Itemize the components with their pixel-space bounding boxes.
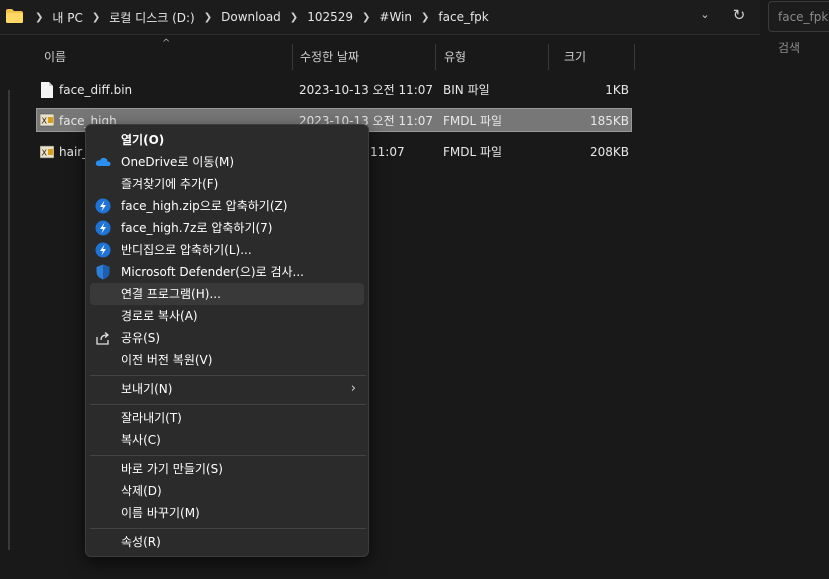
menu-item-properties[interactable]: 속성(R) bbox=[90, 531, 364, 553]
breadcrumb-my-pc[interactable]: 내 PC bbox=[49, 9, 85, 26]
menu-separator bbox=[90, 404, 366, 405]
menu-item-label: 바로 가기 만들기(S) bbox=[121, 462, 223, 476]
menu-item-add-favorites[interactable]: 즐겨찾기에 추가(F) bbox=[90, 173, 364, 195]
breadcrumb-face-fpk[interactable]: face_fpk bbox=[435, 10, 491, 24]
chevron-right-icon[interactable]: ❯ bbox=[29, 12, 49, 23]
chevron-right-icon[interactable]: ❯ bbox=[198, 12, 218, 23]
menu-item-label: face_high.7z로 압축하기(7) bbox=[121, 221, 273, 235]
menu-item-label: 연결 프로그램(H)... bbox=[121, 287, 221, 301]
column-name[interactable]: 이름 bbox=[36, 44, 293, 70]
context-menu: 열기(O) OneDrive로 이동(M) 즐겨찾기에 추가(F) face_h… bbox=[85, 124, 369, 557]
breadcrumb-win[interactable]: #Win bbox=[376, 10, 415, 24]
column-size[interactable]: 크기 bbox=[556, 44, 635, 70]
menu-item-copy[interactable]: 복사(C) bbox=[90, 429, 364, 451]
file-icon bbox=[41, 82, 53, 98]
file-type: BIN 파일 bbox=[443, 83, 490, 97]
column-date[interactable]: 수정한 날짜 bbox=[292, 44, 436, 70]
fmdl-file-icon: X bbox=[40, 113, 54, 127]
search-input[interactable]: face_fpk 검색 bbox=[768, 1, 829, 55]
file-name: hair_ bbox=[59, 145, 89, 159]
chevron-down-icon[interactable]: ⌄ bbox=[694, 8, 716, 26]
bandizip-icon bbox=[95, 242, 111, 258]
file-type: FMDL 파일 bbox=[443, 114, 503, 128]
menu-item-rename[interactable]: 이름 바꾸기(M) bbox=[90, 502, 364, 524]
menu-item-defender-scan[interactable]: Microsoft Defender(으)로 검사... bbox=[90, 261, 364, 283]
menu-item-label: OneDrive로 이동(M) bbox=[121, 155, 235, 169]
file-name: face_diff.bin bbox=[59, 83, 133, 97]
chevron-right-icon[interactable]: ❯ bbox=[284, 12, 304, 23]
address-bar[interactable]: ❯ 내 PC ❯ 로컬 디스크 (D:) ❯ Download ❯ 102529… bbox=[0, 0, 760, 35]
menu-separator bbox=[90, 455, 366, 456]
menu-item-delete[interactable]: 삭제(D) bbox=[90, 480, 364, 502]
file-size: 185KB bbox=[589, 114, 629, 128]
chevron-right-icon[interactable]: ❯ bbox=[86, 12, 106, 23]
chevron-right-icon[interactable]: ❯ bbox=[356, 12, 376, 23]
column-type[interactable]: 유형 bbox=[436, 44, 549, 70]
menu-item-open-with[interactable]: 연결 프로그램(H)... bbox=[90, 283, 364, 305]
menu-separator bbox=[90, 375, 366, 376]
menu-item-share[interactable]: 공유(S) bbox=[90, 327, 364, 349]
file-date: 2023-10-13 오전 11:07 bbox=[299, 83, 434, 97]
bandizip-icon bbox=[95, 220, 111, 236]
menu-item-open[interactable]: 열기(O) bbox=[90, 129, 364, 151]
breadcrumb-download[interactable]: Download bbox=[218, 10, 284, 24]
menu-item-bandizip[interactable]: 반디집으로 압축하기(L)... bbox=[90, 239, 364, 261]
menu-item-copy-path[interactable]: 경로로 복사(A) bbox=[90, 305, 364, 327]
menu-item-restore-previous[interactable]: 이전 버전 복원(V) bbox=[90, 349, 364, 371]
scrollbar[interactable] bbox=[8, 90, 10, 550]
svg-text:X: X bbox=[42, 149, 48, 158]
menu-item-send-to[interactable]: 보내기(N) › bbox=[90, 378, 364, 400]
file-size: 1KB bbox=[605, 83, 629, 97]
menu-item-label: face_high.zip으로 압축하기(Z) bbox=[121, 199, 288, 213]
breadcrumb-local-disk[interactable]: 로컬 디스크 (D:) bbox=[106, 9, 197, 26]
menu-item-label: 이전 버전 복원(V) bbox=[121, 353, 213, 367]
menu-separator bbox=[90, 528, 366, 529]
menu-item-label: 반디집으로 압축하기(L)... bbox=[121, 243, 252, 257]
onedrive-cloud-icon bbox=[95, 157, 111, 166]
file-type: FMDL 파일 bbox=[443, 145, 503, 159]
menu-item-zip[interactable]: face_high.zip으로 압축하기(Z) bbox=[90, 195, 364, 217]
menu-item-label: 공유(S) bbox=[121, 331, 161, 345]
fmdl-file-icon: X bbox=[40, 145, 54, 159]
menu-item-label: 이름 바꾸기(M) bbox=[121, 506, 200, 520]
breadcrumb: ❯ 내 PC ❯ 로컬 디스크 (D:) ❯ Download ❯ 102529… bbox=[29, 0, 492, 34]
menu-item-label: 즐겨찾기에 추가(F) bbox=[121, 177, 219, 191]
file-row-face-diff[interactable]: face_diff.bin 2023-10-13 오전 11:07 BIN 파일… bbox=[36, 78, 632, 102]
menu-item-label: 잘라내기(T) bbox=[121, 411, 182, 425]
file-date: 11:07 bbox=[370, 145, 405, 159]
menu-item-cut[interactable]: 잘라내기(T) bbox=[90, 407, 364, 429]
defender-shield-icon bbox=[96, 264, 110, 280]
menu-item-label: 보내기(N) bbox=[121, 382, 173, 396]
chevron-right-icon[interactable]: ❯ bbox=[415, 12, 435, 23]
svg-text:X: X bbox=[42, 117, 48, 126]
menu-item-create-shortcut[interactable]: 바로 가기 만들기(S) bbox=[90, 458, 364, 480]
share-icon bbox=[96, 332, 110, 345]
column-header: ^ 이름 수정한 날짜 유형 크기 bbox=[36, 38, 636, 70]
chevron-right-icon: › bbox=[350, 381, 356, 396]
menu-item-label: 삭제(D) bbox=[121, 484, 162, 498]
refresh-icon[interactable]: ↻ bbox=[728, 6, 750, 28]
breadcrumb-102529[interactable]: 102529 bbox=[304, 10, 356, 24]
menu-item-move-onedrive[interactable]: OneDrive로 이동(M) bbox=[90, 151, 364, 173]
bandizip-icon bbox=[95, 198, 111, 214]
file-size: 208KB bbox=[589, 145, 629, 159]
menu-item-label: 열기(O) bbox=[121, 133, 165, 147]
folder-icon bbox=[6, 9, 23, 23]
menu-item-label: 경로로 복사(A) bbox=[121, 309, 198, 323]
menu-item-7z[interactable]: face_high.7z로 압축하기(7) bbox=[90, 217, 364, 239]
menu-item-label: Microsoft Defender(으)로 검사... bbox=[121, 265, 304, 279]
menu-item-label: 복사(C) bbox=[121, 433, 161, 447]
menu-item-label: 속성(R) bbox=[121, 535, 161, 549]
